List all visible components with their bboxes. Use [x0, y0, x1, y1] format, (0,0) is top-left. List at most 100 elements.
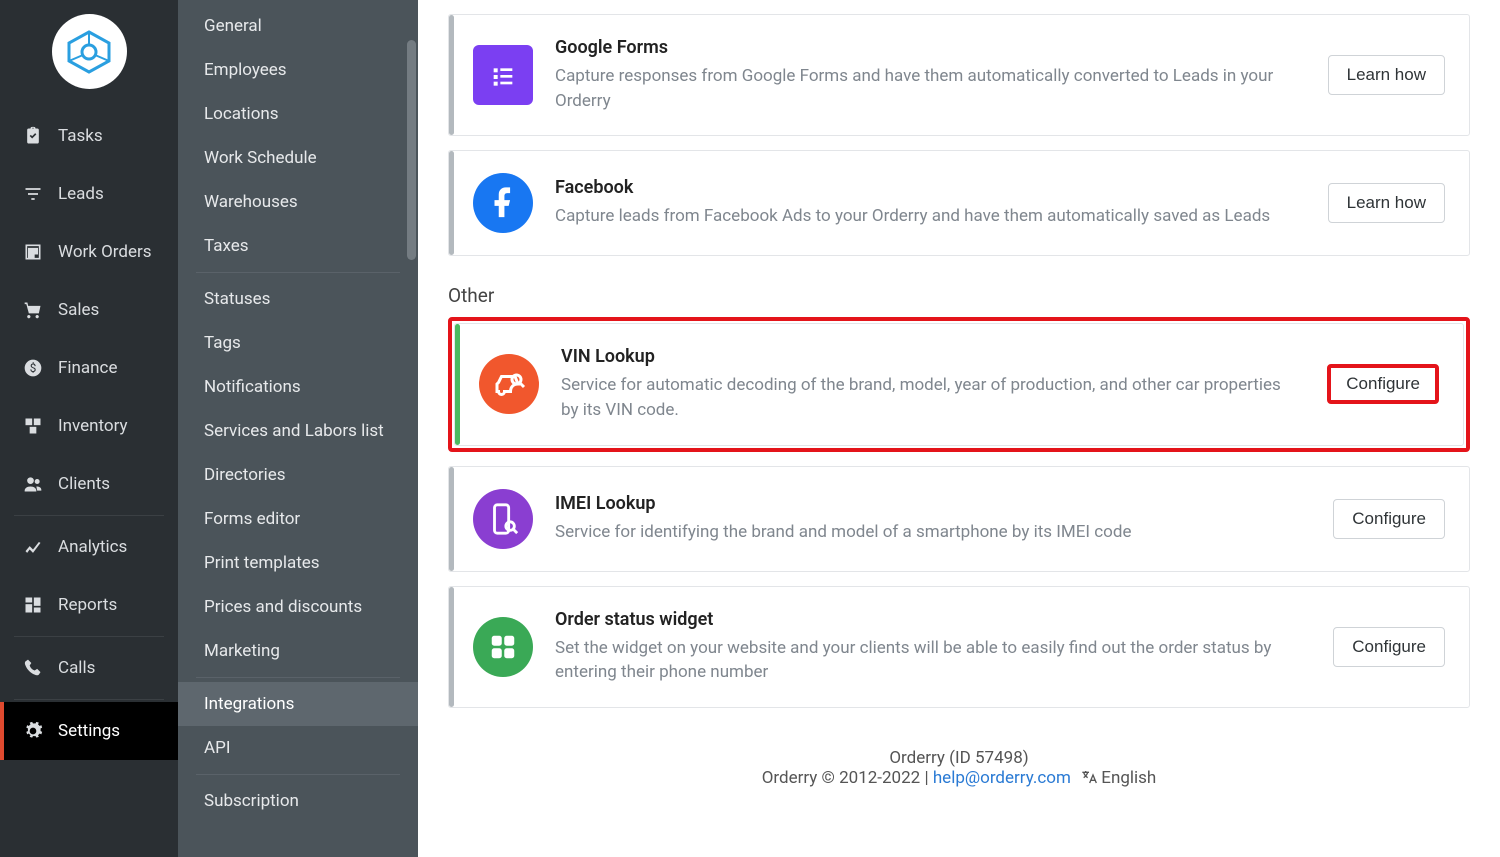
integration-card-google-forms: Google Forms Capture responses from Goog… [448, 14, 1470, 136]
card-accent [449, 151, 454, 255]
sub-general[interactable]: General [178, 4, 418, 48]
integration-card-facebook: Facebook Capture leads from Facebook Ads… [448, 150, 1470, 256]
nav-group-4: Settings [0, 702, 178, 760]
filter-icon [22, 183, 44, 205]
nav-work-orders[interactable]: Work Orders [0, 223, 178, 281]
learn-how-button[interactable]: Learn how [1328, 55, 1445, 95]
cube-icon [64, 27, 114, 77]
translate-icon [1081, 769, 1097, 785]
integration-card-vin-lookup: VIN Lookup Service for automatic decodin… [454, 323, 1464, 445]
sub-taxes[interactable]: Taxes [178, 224, 418, 268]
sub-services-labors[interactable]: Services and Labors list [178, 409, 418, 453]
sidebar-secondary: General Employees Locations Work Schedul… [178, 0, 418, 857]
sub-subscription[interactable]: Subscription [178, 779, 418, 823]
nav-label: Tasks [58, 126, 103, 146]
card-accent [449, 587, 454, 707]
facebook-icon [473, 173, 533, 233]
sub-locations[interactable]: Locations [178, 92, 418, 136]
language-switcher[interactable]: English [1081, 768, 1156, 788]
widget-icon [473, 617, 533, 677]
nav-reports[interactable]: Reports [0, 576, 178, 634]
nav-sales[interactable]: Sales [0, 281, 178, 339]
google-forms-icon [473, 45, 533, 105]
configure-button[interactable]: Configure [1327, 364, 1439, 404]
car-search-icon [479, 354, 539, 414]
sub-separator [196, 774, 400, 775]
main-content: Google Forms Capture responses from Goog… [418, 0, 1500, 857]
grid-icon [22, 594, 44, 616]
nav-group-1: Tasks Leads Work Orders Sales [0, 107, 178, 513]
sub-statuses[interactable]: Statuses [178, 277, 418, 321]
dollar-icon: $ [22, 357, 44, 379]
boxes-icon [22, 415, 44, 437]
nav-calls[interactable]: Calls [0, 639, 178, 697]
nav-separator [14, 699, 164, 700]
sub-notifications[interactable]: Notifications [178, 365, 418, 409]
nav-label: Leads [58, 184, 104, 204]
card-title: Facebook [555, 177, 1306, 198]
card-title: IMEI Lookup [555, 493, 1311, 514]
sub-integrations[interactable]: Integrations [178, 682, 418, 726]
svg-text:$: $ [30, 361, 37, 375]
sub-employees[interactable]: Employees [178, 48, 418, 92]
nav-label: Calls [58, 658, 95, 678]
nav-tasks[interactable]: Tasks [0, 107, 178, 165]
sub-tags[interactable]: Tags [178, 321, 418, 365]
sub-forms-editor[interactable]: Forms editor [178, 497, 418, 541]
footer: Orderry (ID 57498) Orderry © 2012-2022 |… [448, 748, 1470, 788]
card-desc: Capture responses from Google Forms and … [555, 64, 1275, 113]
nav-analytics[interactable]: Analytics [0, 518, 178, 576]
document-icon [22, 241, 44, 263]
nav-label: Settings [58, 721, 120, 741]
sub-separator [196, 272, 400, 273]
section-other-title: Other [448, 284, 1470, 307]
integration-card-order-status-widget: Order status widget Set the widget on yo… [448, 586, 1470, 708]
nav-inventory[interactable]: Inventory [0, 397, 178, 455]
configure-button[interactable]: Configure [1333, 499, 1445, 539]
app-logo [52, 14, 127, 89]
card-accent [455, 324, 460, 444]
chart-icon [22, 536, 44, 558]
gear-icon [22, 720, 44, 742]
nav-label: Finance [58, 358, 117, 378]
card-accent [449, 15, 454, 135]
scrollbar[interactable] [407, 40, 416, 260]
card-accent [449, 467, 454, 571]
integration-card-imei-lookup: IMEI Lookup Service for identifying the … [448, 466, 1470, 572]
sub-work-schedule[interactable]: Work Schedule [178, 136, 418, 180]
nav-group-3: Calls [0, 639, 178, 697]
configure-button[interactable]: Configure [1333, 627, 1445, 667]
phone-icon [22, 657, 44, 679]
footer-email-link[interactable]: help@orderry.com [933, 768, 1071, 788]
sub-api[interactable]: API [178, 726, 418, 770]
nav-clients[interactable]: Clients [0, 455, 178, 513]
sub-print-templates[interactable]: Print templates [178, 541, 418, 585]
nav-label: Clients [58, 474, 110, 494]
nav-label: Inventory [58, 416, 128, 436]
nav-separator [14, 515, 164, 516]
card-desc: Set the widget on your website and your … [555, 636, 1275, 685]
sub-marketing[interactable]: Marketing [178, 629, 418, 673]
card-title: Order status widget [555, 609, 1311, 630]
nav-finance[interactable]: $ Finance [0, 339, 178, 397]
nav-label: Analytics [58, 537, 127, 557]
nav-settings[interactable]: Settings [0, 702, 178, 760]
learn-how-button[interactable]: Learn how [1328, 183, 1445, 223]
footer-line2: Orderry © 2012-2022 | help@orderry.com E… [448, 768, 1470, 788]
nav-label: Work Orders [58, 242, 152, 262]
nav-group-2: Analytics Reports [0, 518, 178, 634]
card-desc: Capture leads from Facebook Ads to your … [555, 204, 1275, 229]
sub-warehouses[interactable]: Warehouses [178, 180, 418, 224]
logo-container [0, 0, 178, 107]
sub-separator [196, 677, 400, 678]
sub-directories[interactable]: Directories [178, 453, 418, 497]
cart-icon [22, 299, 44, 321]
clipboard-icon [22, 125, 44, 147]
card-title: VIN Lookup [561, 346, 1305, 367]
footer-line1: Orderry (ID 57498) [448, 748, 1470, 768]
nav-label: Reports [58, 595, 117, 615]
sub-prices-discounts[interactable]: Prices and discounts [178, 585, 418, 629]
card-title: Google Forms [555, 37, 1306, 58]
nav-leads[interactable]: Leads [0, 165, 178, 223]
card-desc: Service for automatic decoding of the br… [561, 373, 1281, 422]
